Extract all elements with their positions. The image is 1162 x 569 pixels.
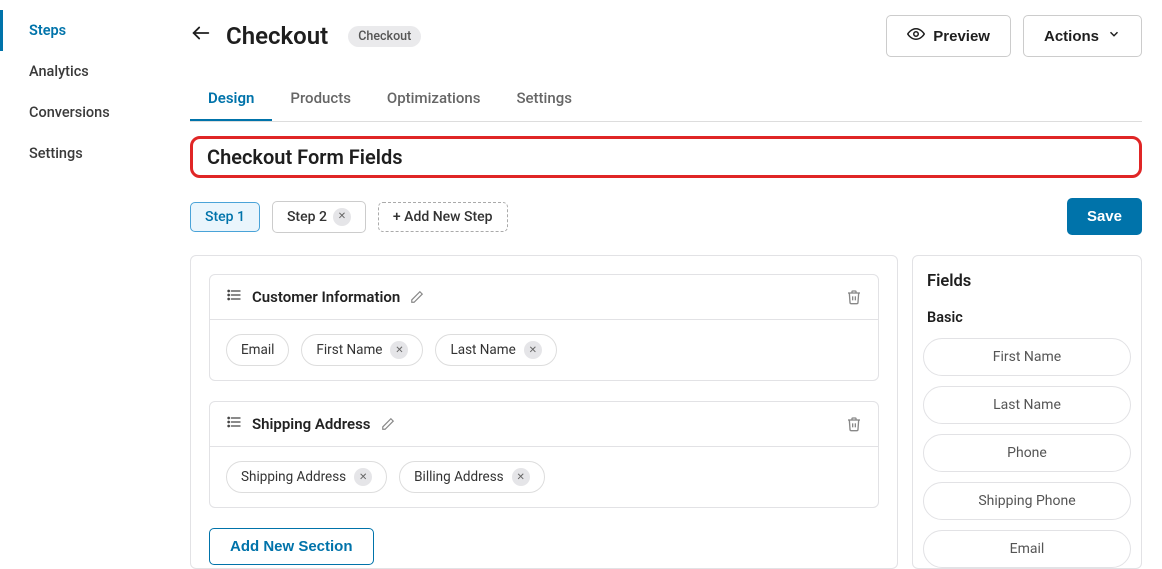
section-title: Shipping Address [252, 415, 371, 433]
edit-icon[interactable] [381, 417, 395, 431]
actions-label: Actions [1044, 28, 1099, 45]
form-section: Shipping AddressShipping Address✕Billing… [209, 401, 879, 508]
tabs-row: DesignProductsOptimizationsSettings [190, 79, 1142, 122]
available-field[interactable]: Email [923, 530, 1131, 568]
fields-group-label: Basic [923, 309, 1131, 326]
steps-left: Step 1 Step 2 ✕ + Add New Step [190, 201, 508, 233]
section-header: Shipping Address [210, 402, 878, 447]
header-left: Checkout Checkout [190, 22, 421, 50]
step-label: Step 2 [287, 209, 327, 225]
section-title: Customer Information [252, 288, 400, 306]
chevron-down-icon [1107, 27, 1121, 45]
close-icon[interactable]: ✕ [354, 468, 372, 486]
fields-panel-title: Fields [923, 272, 1131, 291]
trash-icon[interactable] [846, 289, 862, 305]
back-arrow-icon[interactable] [190, 22, 212, 50]
list-icon [226, 287, 242, 307]
fields-panel: Fields Basic First Name Last Name Phone Shi… [912, 255, 1142, 569]
steps-row: Step 1 Step 2 ✕ + Add New Step Save [190, 198, 1142, 235]
trash-icon[interactable] [846, 416, 862, 432]
section-header: Customer Information [210, 275, 878, 320]
add-section-button[interactable]: Add New Section [209, 528, 374, 565]
eye-icon [907, 25, 925, 47]
add-step-button[interactable]: + Add New Step [378, 202, 508, 232]
field-chip[interactable]: Email [226, 334, 289, 366]
main-panel: Checkout Checkout Preview Actions Design… [170, 0, 1162, 569]
available-field[interactable]: Shipping Phone [923, 482, 1131, 520]
available-field[interactable]: Phone [923, 434, 1131, 472]
preview-button[interactable]: Preview [886, 15, 1011, 57]
step-label: Step 1 [205, 209, 245, 225]
available-field[interactable]: Last Name [923, 386, 1131, 424]
step-chip[interactable]: Step 1 [190, 202, 260, 232]
tab-optimizations[interactable]: Optimizations [369, 79, 499, 121]
edit-icon[interactable] [410, 290, 424, 304]
sidebar-item-analytics[interactable]: Analytics [0, 51, 170, 92]
actions-button[interactable]: Actions [1023, 15, 1142, 57]
list-icon [226, 414, 242, 434]
sidebar-item-settings[interactable]: Settings [0, 133, 170, 174]
section-body: Shipping Address ✕ Billing Address ✕ [210, 447, 878, 507]
field-chip[interactable]: Last Name ✕ [435, 334, 556, 366]
form-sections-column: Customer InformationEmailFirst Name✕Last… [190, 255, 898, 569]
header-actions: Preview Actions [886, 15, 1142, 57]
page-title: Checkout [226, 22, 328, 50]
form-section: Customer InformationEmailFirst Name✕Last… [209, 274, 879, 381]
sidebar-item-conversions[interactable]: Conversions [0, 92, 170, 133]
field-chip[interactable]: Shipping Address ✕ [226, 461, 387, 493]
field-chip-label: Email [241, 342, 274, 358]
save-button[interactable]: Save [1067, 198, 1142, 235]
close-icon[interactable]: ✕ [524, 341, 542, 359]
section-heading-highlight: Checkout Form Fields [190, 136, 1142, 178]
tab-products[interactable]: Products [272, 79, 369, 121]
step-chip[interactable]: Step 2 ✕ [272, 201, 366, 233]
section-body: Email First Name ✕ Last Name ✕ [210, 320, 878, 380]
tab-settings[interactable]: Settings [498, 79, 590, 121]
close-icon[interactable]: ✕ [333, 208, 351, 226]
content-row: Customer InformationEmailFirst Name✕Last… [190, 255, 1142, 569]
header-row: Checkout Checkout Preview Actions [190, 15, 1142, 57]
available-field[interactable]: First Name [923, 338, 1131, 376]
field-chip[interactable]: Billing Address ✕ [399, 461, 545, 493]
field-chip-label: Last Name [450, 342, 515, 358]
close-icon[interactable]: ✕ [390, 341, 408, 359]
field-chip-label: Shipping Address [241, 469, 346, 485]
field-chip-label: Billing Address [414, 469, 504, 485]
sidebar-item-steps[interactable]: Steps [0, 10, 170, 51]
tab-design[interactable]: Design [190, 79, 272, 121]
field-chip[interactable]: First Name ✕ [301, 334, 423, 366]
page-tag: Checkout [348, 26, 421, 47]
section-heading: Checkout Form Fields [207, 145, 1125, 169]
preview-label: Preview [933, 28, 990, 45]
sidebar: StepsAnalyticsConversionsSettings [0, 0, 170, 569]
close-icon[interactable]: ✕ [512, 468, 530, 486]
field-chip-label: First Name [316, 342, 382, 358]
